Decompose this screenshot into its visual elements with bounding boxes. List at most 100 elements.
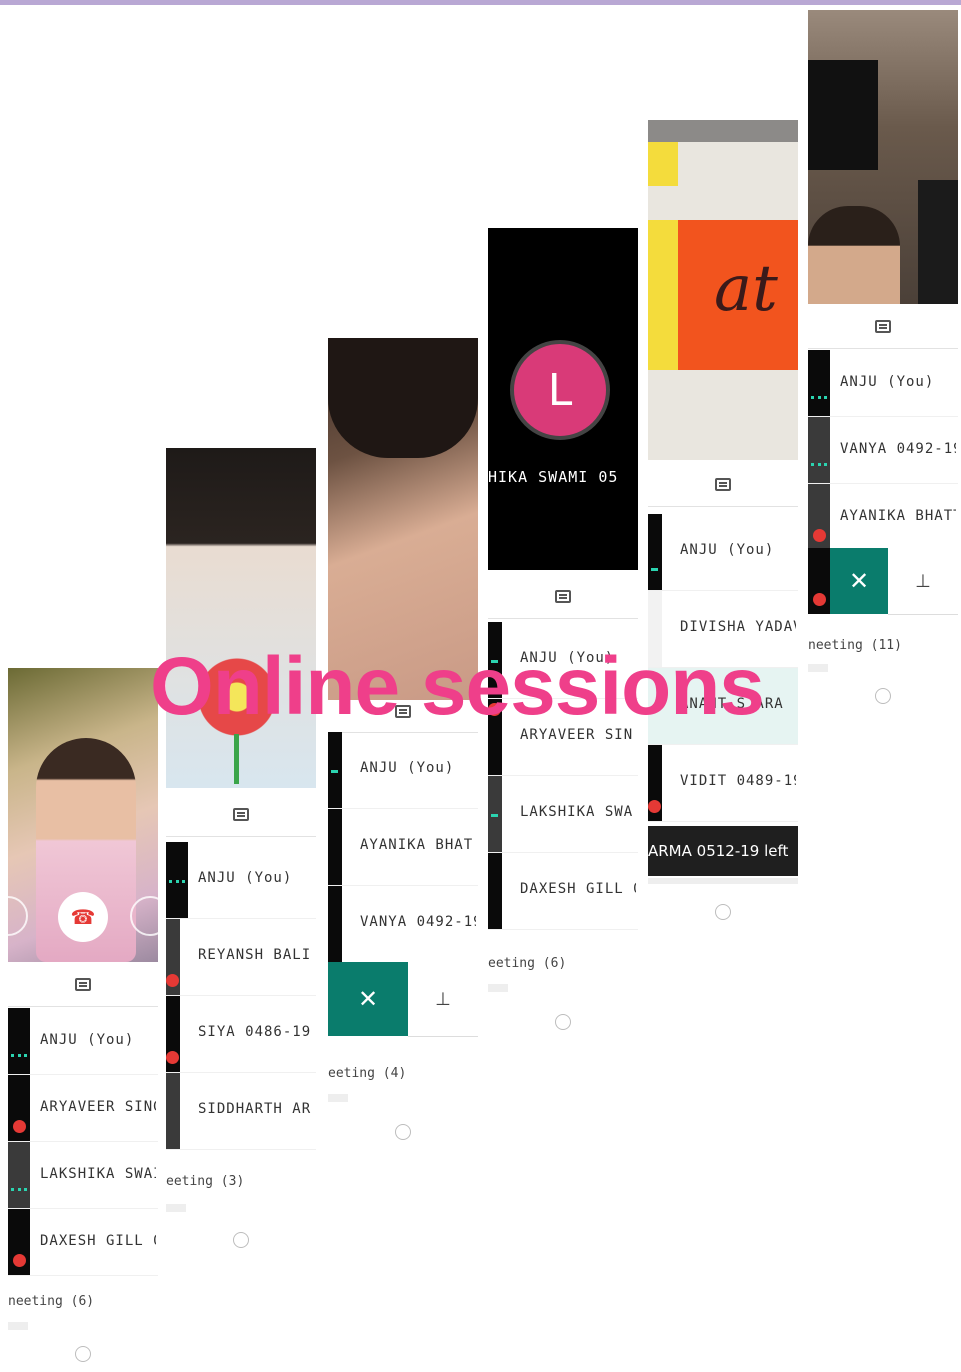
chat-button[interactable] (166, 792, 316, 837)
mic-off-icon (813, 593, 826, 606)
participant-list: ANJU (You) AYANIKA BHAT VANYA 0492-19 (328, 732, 478, 963)
participant-name: AYANIKA BHAT (360, 837, 474, 853)
participant-name: ARYAVEER SING (40, 1099, 156, 1115)
participant-name: REYANSH BALI (198, 947, 312, 963)
mic-off-icon (648, 800, 661, 813)
session-panel-5: at ANJU (You) DIVISHA YADAV ANANT S ARA … (648, 120, 798, 925)
radio-icon[interactable] (395, 1124, 411, 1140)
participant-row[interactable]: ANJU (You) (648, 514, 798, 591)
chat-icon (75, 977, 91, 991)
mic-off-icon (13, 1120, 26, 1133)
participant-list: ANJU (You) REYANSH BALI SIYA 0486-19 SID… (166, 842, 316, 1150)
participant-list: ANJU (You) VANYA 0492-19 AYANIKA BHATT (808, 350, 958, 551)
video-feed: ☎ (8, 668, 158, 962)
radio-icon[interactable] (75, 1346, 91, 1362)
participant-row[interactable]: LAKSHIKA SWA (488, 776, 638, 853)
video-feed: at (648, 120, 798, 460)
close-icon: ✕ (357, 985, 379, 1013)
end-call-button[interactable]: ☎ (58, 892, 108, 942)
participant-row[interactable]: AYANIKA BHAT (328, 809, 478, 886)
participant-row[interactable]: LAKSHIKA SWAI (8, 1142, 158, 1209)
participant-row[interactable]: DAXESH GILL 04 (8, 1209, 158, 1276)
video-caption: HIKA SWAMI 05 (488, 468, 619, 486)
session-panel-1: ☎ ANJU (You) ARYAVEER SING LAKSHIKA SWAI… (8, 668, 158, 1368)
radio-icon[interactable] (233, 1232, 249, 1248)
video-feed (166, 448, 316, 788)
meeting-count: eeting (6) (488, 956, 567, 971)
participant-name: DIVISHA YADAV (680, 619, 796, 635)
chat-icon (875, 319, 891, 333)
chat-icon (555, 589, 571, 603)
pin-icon: ⊥ (915, 570, 931, 592)
top-accent-bar (0, 0, 961, 5)
card-text: at (714, 252, 778, 326)
participant-name: ANJU (You) (198, 870, 293, 886)
participant-name: ANJU (You) (40, 1032, 135, 1048)
pin-button[interactable]: ⊥ (408, 962, 478, 1037)
video-feed: L HIKA SWAMI 05 (488, 228, 638, 570)
participant-name: ANJU (You) (840, 374, 935, 390)
participant-figure (808, 206, 900, 304)
participant-row[interactable]: SIYA 0486-19 (166, 996, 316, 1073)
participant-row[interactable]: AYANIKA BHATT (808, 484, 958, 551)
participant-name: VANYA 0492-19 (840, 441, 956, 457)
participant-row[interactable]: ANJU (You) (166, 842, 316, 919)
participant-list: ANJU (You) ARYAVEER SING LAKSHIKA SWAI D… (8, 1008, 158, 1276)
mic-off-icon (166, 1051, 179, 1064)
participant-name: LAKSHIKA SWA (520, 804, 634, 820)
participant-name: VANYA 0492-19 (360, 914, 476, 930)
participant-name: ANJU (You) (680, 542, 775, 558)
chat-icon (233, 807, 249, 821)
participant-name: AYANIKA BHATT (840, 508, 956, 524)
pin-button[interactable]: ⊥ (888, 548, 958, 615)
participant-row[interactable]: VIDIT 0489-19 (648, 745, 798, 822)
left-notification: ARMA 0512-19 left (648, 826, 798, 876)
close-icon: ✕ (848, 567, 870, 595)
chat-button[interactable] (808, 304, 958, 349)
session-panel-4: L HIKA SWAMI 05 ANJU (You) ARYAVEER SIN … (488, 228, 638, 1038)
participant-controls: ✕ ⊥ (808, 548, 958, 615)
avatar: L (510, 340, 610, 440)
participant-row[interactable]: VANYA 0492-19 (808, 417, 958, 484)
session-panel-6: ANJU (You) VANYA 0492-19 AYANIKA BHATT ✕… (808, 10, 958, 708)
chat-icon (715, 477, 731, 491)
pin-icon: ⊥ (435, 988, 451, 1010)
overlay-title: Online sessions (150, 641, 765, 732)
session-panel-2: ANJU (You) REYANSH BALI SIYA 0486-19 SID… (166, 448, 316, 1256)
radio-icon[interactable] (555, 1014, 571, 1030)
meeting-count: neeting (6) (8, 1294, 95, 1309)
participant-name: LAKSHIKA SWAI (40, 1166, 156, 1182)
participant-row[interactable]: ANJU (You) (808, 350, 958, 417)
participant-row[interactable]: DAXESH GILL 0 (488, 853, 638, 930)
close-button[interactable]: ✕ (830, 548, 888, 614)
radio-icon[interactable] (875, 688, 891, 704)
participant-controls: ✕ ⊥ (328, 962, 478, 1037)
participant-row[interactable]: REYANSH BALI (166, 919, 316, 996)
chat-button[interactable] (648, 462, 798, 507)
radio-icon[interactable] (715, 904, 731, 920)
participant-name: DAXESH GILL 0 (520, 881, 636, 897)
mic-off-icon (13, 1254, 26, 1267)
participant-row[interactable]: ARYAVEER SING (8, 1075, 158, 1142)
close-button[interactable]: ✕ (328, 962, 408, 1036)
meeting-count: neeting (11) (808, 638, 902, 653)
chat-button[interactable] (8, 962, 158, 1007)
mic-off-icon (813, 529, 826, 542)
end-call-icon: ☎ (70, 905, 96, 929)
mic-off-icon (166, 974, 179, 987)
participant-name: VIDIT 0489-19 (680, 773, 796, 789)
meeting-count: eeting (4) (328, 1066, 407, 1081)
session-panel-3: ANJU (You) AYANIKA BHAT VANYA 0492-19 ✕ … (328, 338, 478, 1148)
participant-row[interactable]: ANJU (You) (328, 732, 478, 809)
participant-row[interactable]: ANJU (You) (8, 1008, 158, 1075)
participant-name: SIDDHARTH AR (198, 1101, 312, 1117)
participant-row[interactable]: VANYA 0492-19 (328, 886, 478, 963)
meeting-count: eeting (3) (166, 1174, 245, 1189)
video-feed (808, 10, 958, 304)
participant-name: DAXESH GILL 04 (40, 1233, 156, 1249)
participant-name: SIYA 0486-19 (198, 1024, 312, 1040)
participant-row[interactable]: SIDDHARTH AR (166, 1073, 316, 1150)
participant-name: ANJU (You) (360, 760, 455, 776)
mute-button[interactable] (8, 896, 28, 936)
chat-button[interactable] (488, 574, 638, 619)
